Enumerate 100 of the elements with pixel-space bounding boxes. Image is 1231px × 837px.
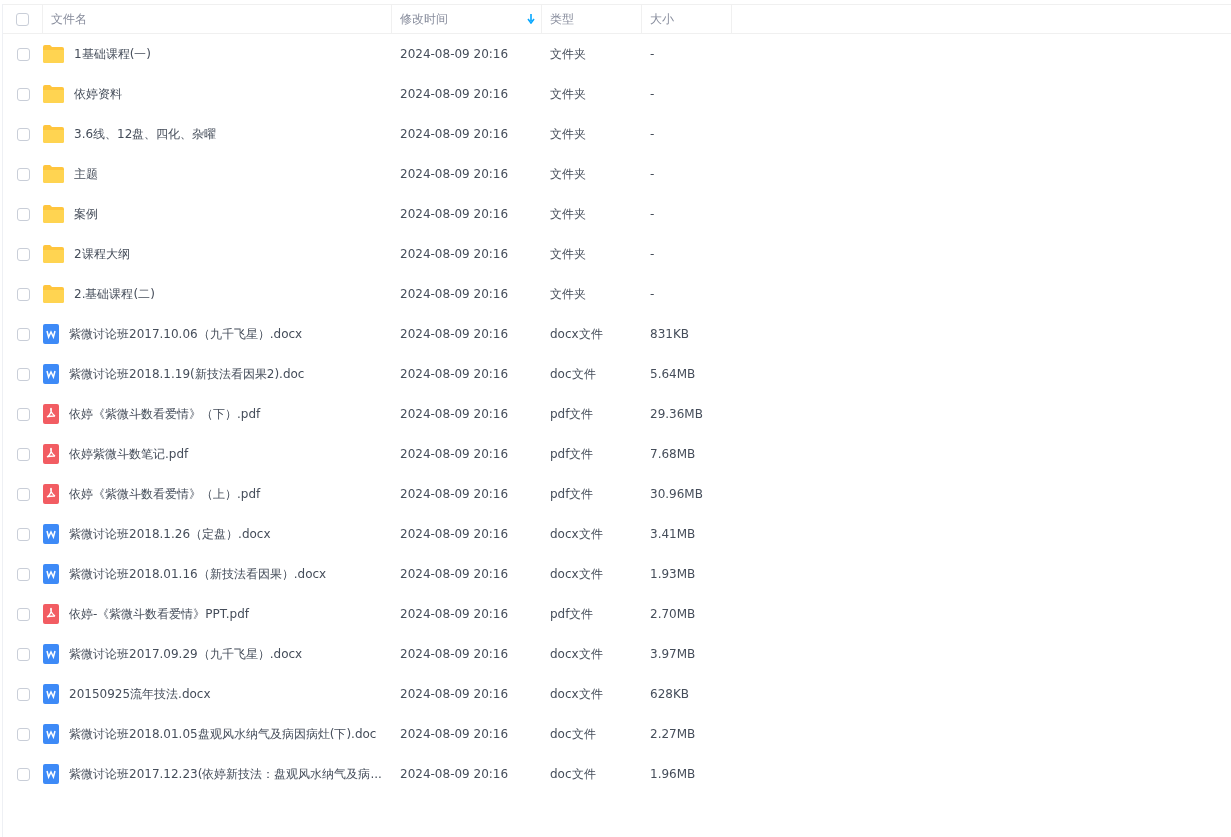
- row-checkbox[interactable]: [16, 767, 30, 781]
- row-checkbox[interactable]: [16, 447, 30, 461]
- file-size: 628KB: [650, 687, 689, 701]
- file-size: 1.96MB: [650, 767, 696, 781]
- row-checkbox[interactable]: [16, 87, 30, 101]
- modified-time: 2024-08-09 20:16: [400, 127, 509, 141]
- file-size: -: [650, 287, 655, 301]
- row-checkbox[interactable]: [16, 207, 30, 221]
- modified-time: 2024-08-09 20:16: [400, 167, 509, 181]
- select-all-checkbox[interactable]: [16, 12, 29, 26]
- row-checkbox[interactable]: [16, 367, 30, 381]
- modified-time: 2024-08-09 20:16: [400, 687, 509, 701]
- modified-time: 2024-08-09 20:16: [400, 207, 509, 221]
- modified-time: 2024-08-09 20:16: [400, 487, 509, 501]
- row-checkbox[interactable]: [16, 247, 30, 261]
- file-name[interactable]: 紫微讨论班2018.01.16（新技法看因果）.docx: [69, 565, 327, 583]
- file-name[interactable]: 紫微讨论班2018.01.05盘观风水纳气及病因病灶(下).doc: [69, 725, 377, 743]
- word-document-icon: [43, 644, 59, 664]
- row-checkbox[interactable]: [16, 127, 30, 141]
- file-type: pdf文件: [550, 447, 594, 461]
- modified-time: 2024-08-09 20:16: [400, 287, 509, 301]
- row-checkbox[interactable]: [16, 607, 30, 621]
- modified-time: 2024-08-09 20:16: [400, 767, 509, 781]
- pdf-document-icon: [43, 604, 59, 624]
- column-header[interactable]: 类型: [542, 5, 642, 33]
- file-name[interactable]: 20150925流年技法.docx: [69, 685, 211, 703]
- row-checkbox[interactable]: [16, 527, 30, 541]
- modified-time: 2024-08-09 20:16: [400, 527, 509, 541]
- file-name[interactable]: 紫微讨论班2017.10.06（九千飞星）.docx: [69, 325, 303, 343]
- sort-down-icon: [527, 14, 535, 24]
- file-type: docx文件: [550, 527, 603, 541]
- row-checkbox[interactable]: [16, 647, 30, 661]
- file-type: docx文件: [550, 687, 603, 701]
- file-size: -: [650, 47, 655, 61]
- file-name[interactable]: 紫微讨论班2018.1.19(新技法看因果2).doc: [69, 365, 305, 383]
- modified-time: 2024-08-09 20:16: [400, 87, 509, 101]
- file-type: pdf文件: [550, 607, 594, 621]
- folder-icon: [43, 45, 64, 63]
- pdf-document-icon: [43, 404, 59, 424]
- file-name[interactable]: 紫微讨论班2018.1.26（定盘）.docx: [69, 525, 271, 543]
- file-size: 7.68MB: [650, 447, 696, 461]
- row-checkbox[interactable]: [16, 407, 30, 421]
- file-type: pdf文件: [550, 487, 594, 501]
- file-name[interactable]: 3.6线、12盘、四化、杂曜: [74, 125, 217, 143]
- modified-time: 2024-08-09 20:16: [400, 247, 509, 261]
- column-header[interactable]: 文件名: [43, 5, 392, 33]
- word-document-icon: [43, 764, 59, 784]
- file-size: -: [650, 167, 655, 181]
- word-document-icon: [43, 564, 59, 584]
- row-checkbox[interactable]: [16, 327, 30, 341]
- file-name[interactable]: 依婷-《紫微斗数看爱情》PPT.pdf: [69, 605, 249, 623]
- modified-time: 2024-08-09 20:16: [400, 447, 509, 461]
- modified-time: 2024-08-09 20:16: [400, 327, 509, 341]
- file-name[interactable]: 依婷《紫微斗数看爱情》（上）.pdf: [69, 485, 261, 503]
- word-document-icon: [43, 524, 59, 544]
- file-type: 文件夹: [550, 287, 586, 301]
- modified-time: 2024-08-09 20:16: [400, 367, 509, 381]
- modified-time: 2024-08-09 20:16: [400, 607, 509, 621]
- file-name[interactable]: 1基础课程(一): [74, 45, 151, 63]
- file-name[interactable]: 依婷资料: [74, 85, 122, 103]
- file-size: -: [650, 127, 655, 141]
- row-checkbox[interactable]: [16, 167, 30, 181]
- file-type: docx文件: [550, 567, 603, 581]
- file-name[interactable]: 主题: [74, 165, 98, 183]
- folder-icon: [43, 245, 64, 263]
- file-name[interactable]: 紫微讨论班2017.12.23(依婷新技法：盘观风水纳气及病...: [69, 765, 382, 783]
- file-name[interactable]: 紫微讨论班2017.09.29（九千飞星）.docx: [69, 645, 303, 663]
- file-name[interactable]: 2.基础课程(二): [74, 285, 155, 303]
- file-name[interactable]: 依婷《紫微斗数看爱情》（下）.pdf: [69, 405, 261, 423]
- column-header[interactable]: 修改时间: [392, 5, 542, 33]
- modified-time: 2024-08-09 20:16: [400, 727, 509, 741]
- row-checkbox[interactable]: [16, 487, 30, 501]
- file-type: 文件夹: [550, 87, 586, 101]
- file-size: 29.36MB: [650, 407, 703, 421]
- file-size: 3.41MB: [650, 527, 696, 541]
- file-size: -: [650, 247, 655, 261]
- file-type: docx文件: [550, 327, 603, 341]
- row-checkbox[interactable]: [16, 287, 30, 301]
- word-document-icon: [43, 364, 59, 384]
- row-checkbox[interactable]: [16, 687, 30, 701]
- file-name[interactable]: 依婷紫微斗数笔记.pdf: [69, 445, 189, 463]
- folder-icon: [43, 165, 64, 183]
- file-size: 2.27MB: [650, 727, 696, 741]
- folder-icon: [43, 285, 64, 303]
- modified-time: 2024-08-09 20:16: [400, 567, 509, 581]
- modified-time: 2024-08-09 20:16: [400, 647, 509, 661]
- row-checkbox[interactable]: [16, 567, 30, 581]
- word-document-icon: [43, 684, 59, 704]
- file-name[interactable]: 2课程大纲: [74, 245, 130, 263]
- folder-icon: [43, 205, 64, 223]
- file-type: pdf文件: [550, 407, 594, 421]
- column-header[interactable]: 大小: [642, 5, 732, 33]
- file-name[interactable]: 案例: [74, 205, 98, 223]
- file-size: 1.93MB: [650, 567, 696, 581]
- row-checkbox[interactable]: [16, 727, 30, 741]
- file-size: 2.70MB: [650, 607, 696, 621]
- modified-time: 2024-08-09 20:16: [400, 407, 509, 421]
- file-type: doc文件: [550, 367, 596, 381]
- row-checkbox[interactable]: [16, 47, 30, 61]
- word-document-icon: [43, 324, 59, 344]
